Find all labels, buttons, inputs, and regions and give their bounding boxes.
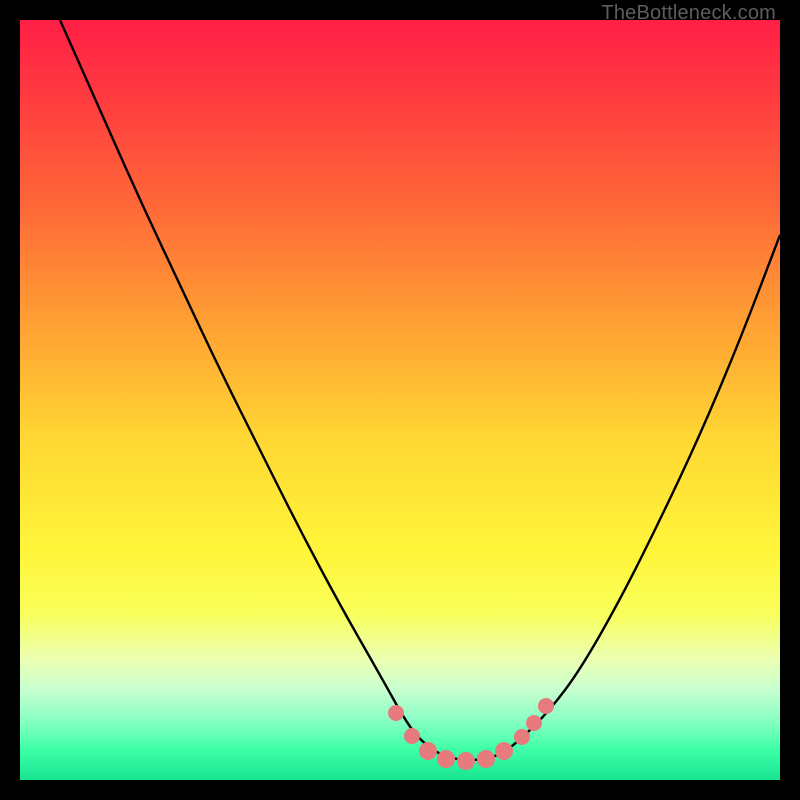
curve-marker <box>388 705 404 721</box>
curve-marker <box>419 742 437 760</box>
curve-marker <box>457 752 475 770</box>
curve-marker <box>404 728 420 744</box>
curve-marker <box>514 729 530 745</box>
bottleneck-curve <box>60 20 780 760</box>
chart-svg <box>20 20 780 780</box>
curve-marker <box>477 750 495 768</box>
watermark-text: TheBottleneck.com <box>601 2 776 25</box>
curve-markers <box>388 698 554 770</box>
curve-marker <box>495 742 513 760</box>
curve-marker <box>538 698 554 714</box>
curve-marker <box>526 715 542 731</box>
curve-marker <box>437 750 455 768</box>
chart-frame <box>20 20 780 780</box>
